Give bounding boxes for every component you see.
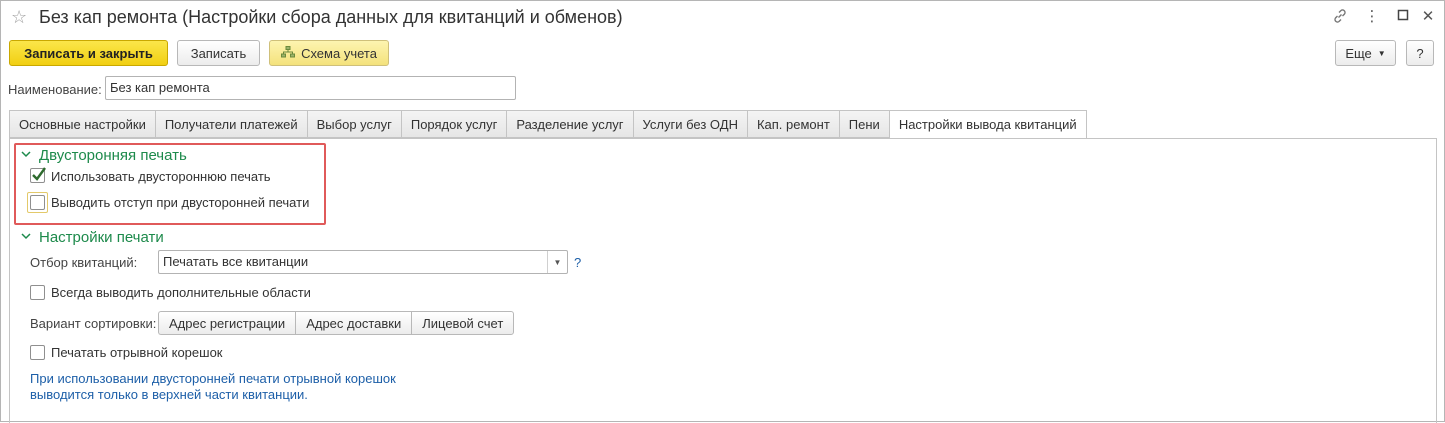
filter-label: Отбор квитанций: (30, 255, 138, 270)
scheme-button-label: Схема учета (301, 45, 377, 61)
use-duplex-label[interactable]: Использовать двустороннюю печать (51, 169, 271, 184)
filter-select[interactable]: Печатать все квитанции ▼ (158, 250, 568, 274)
title-bar: ☆ Без кап ремонта (Настройки сбора данны… (1, 1, 1444, 35)
panel-border-left (9, 138, 10, 423)
tab-service-selection[interactable]: Выбор услуг (306, 110, 401, 138)
more-button-label: Еще (1345, 45, 1372, 61)
more-button[interactable]: Еще ▼ (1335, 40, 1396, 66)
tab-bar: Основные настройки Получатели платежей В… (9, 110, 1087, 139)
always-extra-checkbox[interactable] (30, 285, 45, 300)
duplex-group-title: Двусторонняя печать (39, 147, 187, 164)
tab-payment-recipients[interactable]: Получатели платежей (154, 110, 307, 138)
tear-off-label[interactable]: Печатать отрывной корешок (51, 345, 222, 360)
sort-segmented-control: Адрес регистрации Адрес доставки Лицевой… (158, 311, 515, 335)
tab-penalties[interactable]: Пени (838, 110, 889, 138)
sort-label: Вариант сортировки: (30, 316, 157, 331)
scheme-button[interactable]: Схема учета (269, 40, 389, 66)
more-vertical-icon[interactable]: ⋮ (1363, 8, 1381, 26)
close-icon[interactable]: ✕ (1419, 8, 1437, 26)
always-extra-label[interactable]: Всегда выводить дополнительные области (51, 285, 311, 300)
link-icon[interactable] (1331, 8, 1349, 26)
tab-service-order[interactable]: Порядок услуг (400, 110, 507, 138)
name-label: Наименование: (8, 82, 102, 97)
save-button[interactable]: Записать (177, 40, 260, 66)
checkmark-icon (32, 167, 46, 181)
scheme-icon (281, 45, 296, 61)
chevron-down-icon (21, 149, 31, 159)
maximize-icon[interactable] (1394, 8, 1412, 26)
sort-option-registration[interactable]: Адрес регистрации (158, 311, 296, 335)
chevron-down-icon (21, 231, 31, 241)
sort-option-delivery[interactable]: Адрес доставки (295, 311, 412, 335)
chevron-down-icon[interactable]: ▼ (547, 251, 567, 273)
use-duplex-checkbox[interactable] (30, 167, 46, 183)
tab-service-split[interactable]: Разделение услуг (506, 110, 633, 138)
chevron-down-icon: ▼ (1377, 48, 1386, 58)
print-group-title: Настройки печати (39, 229, 164, 246)
save-and-close-button[interactable]: Записать и закрыть (9, 40, 168, 66)
tear-off-checkbox[interactable] (30, 345, 45, 360)
panel-border-right (1436, 138, 1437, 423)
name-input[interactable]: Без кап ремонта (105, 76, 516, 100)
tab-divider (9, 138, 1437, 139)
help-button[interactable]: ? (1406, 40, 1434, 66)
indent-duplex-label[interactable]: Выводить отступ при двусторонней печати (51, 195, 309, 210)
tab-services-without-odn[interactable]: Услуги без ОДН (632, 110, 747, 138)
tab-main-settings[interactable]: Основные настройки (9, 110, 155, 138)
duplex-note-line2: выводится только в верхней части квитанц… (30, 387, 308, 402)
star-icon[interactable]: ☆ (11, 7, 27, 28)
sort-option-account[interactable]: Лицевой счет (411, 311, 515, 335)
duplex-group-header[interactable]: Двусторонняя печать (21, 147, 187, 164)
filter-value: Печатать все квитанции (163, 254, 309, 269)
print-group-header[interactable]: Настройки печати (21, 229, 164, 246)
duplex-note: При использовании двусторонней печати от… (30, 371, 396, 403)
indent-duplex-checkbox[interactable] (30, 195, 45, 210)
tab-capital-repair[interactable]: Кап. ремонт (746, 110, 839, 138)
tab-receipt-output-settings[interactable]: Настройки вывода квитанций (888, 110, 1087, 139)
duplex-note-line1: При использовании двусторонней печати от… (30, 371, 396, 386)
filter-help-link[interactable]: ? (574, 255, 581, 270)
form-window: ☆ Без кап ремонта (Настройки сбора данны… (0, 0, 1445, 423)
window-title: Без кап ремонта (Настройки сбора данных … (39, 7, 623, 27)
